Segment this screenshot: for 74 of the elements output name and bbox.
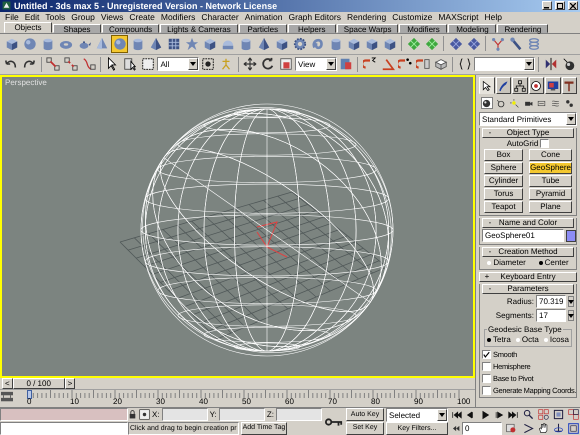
menu-item[interactable]: Edit <box>22 12 42 22</box>
rollout-header[interactable]: - Object Type <box>482 128 574 138</box>
rollout-header[interactable]: - Creation Method <box>482 247 574 257</box>
toolbar-tab[interactable]: Compounds <box>102 24 160 34</box>
z-label: Z: <box>266 410 274 420</box>
primitive-button[interactable]: Cylinder <box>484 175 524 187</box>
frame-number: 10 <box>70 397 79 406</box>
radio-label: Tetra <box>493 335 511 344</box>
radius-field[interactable]: 70.319 <box>536 295 566 308</box>
toolbar-tab[interactable]: Particles <box>238 24 287 34</box>
frame-number: 70 <box>328 397 337 406</box>
radius-label: Radius: <box>506 297 534 306</box>
object-name-field[interactable]: GeoSphere01 <box>482 229 564 242</box>
menu-item[interactable]: Animation <box>242 12 286 22</box>
group-title: Geodesic Base Type <box>487 325 563 334</box>
key-mode-dropdown[interactable]: Selected <box>386 408 448 422</box>
segments-field[interactable]: 17 <box>536 309 566 322</box>
primitive-button[interactable]: GeoSphere <box>529 162 572 174</box>
primitive-button[interactable]: Plane <box>529 201 572 213</box>
toolbar-tab[interactable]: Shapes <box>53 24 101 34</box>
frame-number: 100 <box>457 397 470 406</box>
x-label: X: <box>152 410 160 420</box>
current-frame-field[interactable]: 0 <box>462 422 502 435</box>
primitive-button[interactable]: Teapot <box>484 201 524 213</box>
menu-item[interactable]: Create <box>126 12 158 22</box>
primitive-button[interactable]: Pyramid <box>529 188 572 200</box>
toolbar-tab[interactable]: Rendering <box>497 24 548 34</box>
toolbar-tab[interactable]: Helpers <box>288 24 336 34</box>
menu-item[interactable]: Customize <box>389 12 436 22</box>
frame-number: 20 <box>113 397 122 406</box>
toolbar-tab[interactable]: Lights & Cameras <box>160 24 238 34</box>
frame-number: 30 <box>156 397 165 406</box>
category-dropdown[interactable]: Standard Primitives <box>479 112 577 126</box>
primitive-button[interactable]: Torus <box>484 188 524 200</box>
primitive-button[interactable]: Box <box>484 149 524 161</box>
rollout-header[interactable]: - Name and Color <box>482 218 574 228</box>
menu-item[interactable]: File <box>2 12 22 22</box>
frame-number: 60 <box>285 397 294 406</box>
toolbar-tab[interactable]: Modeling <box>448 24 496 34</box>
frame-number: 80 <box>371 397 380 406</box>
primitive-button[interactable]: Tube <box>529 175 572 187</box>
time-slider-thumb[interactable]: 0 / 100 <box>12 378 65 389</box>
toolbar-tab[interactable]: Objects <box>4 22 52 34</box>
rollout-header[interactable]: - Parameters <box>482 284 574 294</box>
menu-item[interactable]: Graph Editors <box>286 12 344 22</box>
segments-label: Segments: <box>496 311 534 320</box>
radio-label: Diameter <box>493 258 526 267</box>
menu-item[interactable]: Tools <box>42 12 68 22</box>
frame-number: 40 <box>199 397 208 406</box>
menu-item[interactable]: Group <box>68 12 98 22</box>
frame-number: 50 <box>242 397 251 406</box>
menu-item[interactable]: MAXScript <box>435 12 482 22</box>
frame-number: 0 <box>27 397 32 406</box>
primitive-button[interactable]: Sphere <box>484 162 524 174</box>
frame-number: 90 <box>414 397 423 406</box>
menu-item[interactable]: Character <box>198 12 242 22</box>
y-label: Y: <box>210 410 217 420</box>
radio-label: Center <box>544 258 569 267</box>
previous-frame-button[interactable]: < <box>2 378 13 389</box>
window-title: Untitled - 3ds max 5 - Unregistered Version - Network License <box>14 0 278 11</box>
next-frame-button[interactable]: > <box>64 378 76 389</box>
selection-filter-dropdown[interactable]: All <box>157 57 199 72</box>
radio-label: Octa <box>522 335 539 344</box>
menu-item[interactable]: Help <box>482 12 505 22</box>
autogrid-label: AutoGrid <box>506 139 538 148</box>
menu-item[interactable]: Views <box>98 12 126 22</box>
radio-label: Icosa <box>550 335 569 344</box>
toolbar-tab[interactable]: Space Warps <box>336 24 398 34</box>
toolbar-tab[interactable]: Modifiers <box>399 24 448 34</box>
primitive-button[interactable]: Cone <box>529 149 572 161</box>
reference-coordinate-dropdown[interactable]: View <box>295 57 337 72</box>
menu-item[interactable]: Modifiers <box>158 12 198 22</box>
rollout-header[interactable]: + Keyboard Entry <box>479 272 577 282</box>
menu-item[interactable]: Rendering <box>344 12 390 22</box>
